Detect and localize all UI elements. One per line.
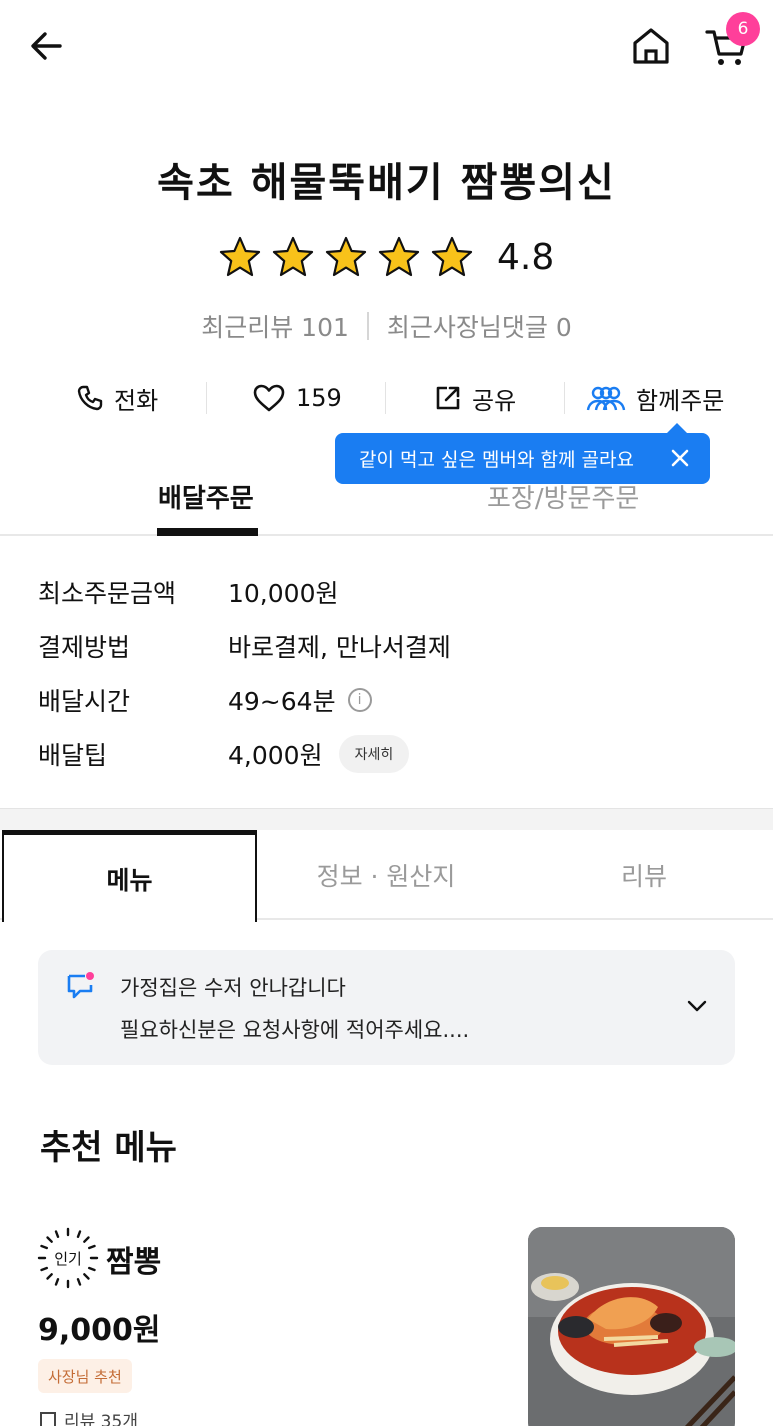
tooltip-text: 같이 먹고 싶은 멤버와 함께 골라요 xyxy=(359,449,634,471)
payment-label: 결제방법 xyxy=(38,633,131,662)
owner-recommend-tag: 사장님 추천 xyxy=(38,1359,132,1393)
notice-line-1: 가정집은 수저 안나갑니다 xyxy=(120,976,346,1000)
delivery-time-value: 49~64분 xyxy=(228,687,336,716)
share-button[interactable]: 공유 xyxy=(434,372,516,424)
tab-reviews[interactable]: 리뷰 xyxy=(515,830,773,920)
star-icon xyxy=(325,236,367,277)
delivery-tip-value-wrap: 4,000원 자세히 xyxy=(228,735,410,773)
recent-reviews-link[interactable]: 최근리뷰 101 xyxy=(201,308,349,344)
menu-item[interactable]: 인기 짬뽕 9,000원 사장님 추천 리뷰 35개 xyxy=(0,1225,773,1426)
store-name: 속초 해물뚝배기 짬뽕의신 xyxy=(157,160,616,206)
back-button[interactable] xyxy=(26,26,66,66)
star-icon xyxy=(272,236,314,277)
home-icon xyxy=(633,28,669,64)
notice-line-2: 필요하신분은 요청사항에 적어주세요.... xyxy=(120,1018,470,1042)
close-icon[interactable] xyxy=(666,444,694,472)
min-order-row: 최소주문금액 10,000원 xyxy=(38,572,338,612)
delivery-tip-row: 배달팁 4,000원 자세히 xyxy=(38,734,410,774)
home-button[interactable] xyxy=(630,26,672,66)
active-tab-indicator xyxy=(157,528,258,536)
arrow-left-icon xyxy=(31,32,62,60)
tab-info-origin[interactable]: 정보 · 원산지 xyxy=(257,830,515,920)
notice-chat-icon xyxy=(67,972,94,999)
payment-row: 결제방법 바로결제, 만나서결제 xyxy=(38,626,451,666)
menu-item-review-count: 리뷰 35개 xyxy=(64,1412,138,1426)
share-icon xyxy=(436,386,460,410)
rating-row: 4.8 xyxy=(218,232,554,282)
menu-item-price: 9,000원 xyxy=(38,1313,161,1348)
star-icon xyxy=(378,236,420,277)
review-counts: 최근리뷰 101 최근사장님댓글 0 xyxy=(0,306,773,346)
heart-icon xyxy=(253,384,285,412)
phone-icon xyxy=(77,385,103,411)
store-actions: 전화 159 공유 함께주문 xyxy=(0,372,773,424)
tab-menu[interactable]: 메뉴 xyxy=(2,830,257,922)
popular-badge: 인기 xyxy=(37,1227,99,1289)
call-label: 전화 xyxy=(114,386,159,415)
delivery-time-label: 배달시간 xyxy=(38,687,131,716)
delivery-time-row: 배달시간 49~64분 i xyxy=(38,680,372,720)
divider xyxy=(564,382,565,414)
cart-count-badge: 6 xyxy=(726,12,760,46)
like-count: 159 xyxy=(296,384,342,412)
menu-item-name: 짬뽕 xyxy=(106,1245,162,1280)
divider xyxy=(366,312,369,340)
section-divider xyxy=(0,808,773,830)
jjamppong-bowl-image xyxy=(528,1227,735,1426)
star-icon xyxy=(219,236,261,277)
top-bar: 6 xyxy=(0,0,773,96)
review-icon xyxy=(40,1411,56,1426)
group-order-tooltip: 같이 먹고 싶은 멤버와 함께 골라요 xyxy=(335,423,710,484)
payment-value: 바로결제, 만나서결제 xyxy=(228,633,451,662)
main-tabs: 메뉴 정보 · 원산지 리뷰 xyxy=(0,830,773,922)
recommended-menu-title: 추천 메뉴 xyxy=(40,1128,177,1168)
delivery-tip-label: 배달팁 xyxy=(38,741,108,770)
like-button[interactable]: 159 xyxy=(252,372,342,424)
divider xyxy=(385,382,386,414)
rating-value: 4.8 xyxy=(497,236,555,278)
chevron-down-icon[interactable] xyxy=(685,994,709,1018)
divider xyxy=(206,382,207,414)
share-label: 공유 xyxy=(472,386,517,415)
menu-item-photo[interactable] xyxy=(528,1227,735,1426)
group-order-button[interactable]: 함께주문 xyxy=(586,372,724,424)
tip-detail-button[interactable]: 자세히 xyxy=(338,735,410,773)
star-icon xyxy=(431,236,473,277)
group-order-label: 함께주문 xyxy=(636,386,725,415)
tab-delivery-order[interactable]: 배달주문 xyxy=(158,478,254,515)
owner-replies-link[interactable]: 최근사장님댓글 0 xyxy=(387,308,572,344)
delivery-tip-value: 4,000원 xyxy=(228,741,323,770)
popular-badge-text: 인기 xyxy=(54,1250,82,1268)
menu-item-reviews: 리뷰 35개 xyxy=(40,1407,138,1426)
min-order-value: 10,000원 xyxy=(228,579,339,608)
info-icon[interactable]: i xyxy=(347,688,372,712)
min-order-label: 최소주문금액 xyxy=(38,579,177,608)
group-people-icon xyxy=(586,386,626,411)
delivery-time-value-wrap: 49~64분 i xyxy=(228,682,372,718)
call-button[interactable]: 전화 xyxy=(76,372,158,424)
store-notice[interactable]: 가정집은 수저 안나갑니다 필요하신분은 요청사항에 적어주세요.... xyxy=(38,950,735,1065)
